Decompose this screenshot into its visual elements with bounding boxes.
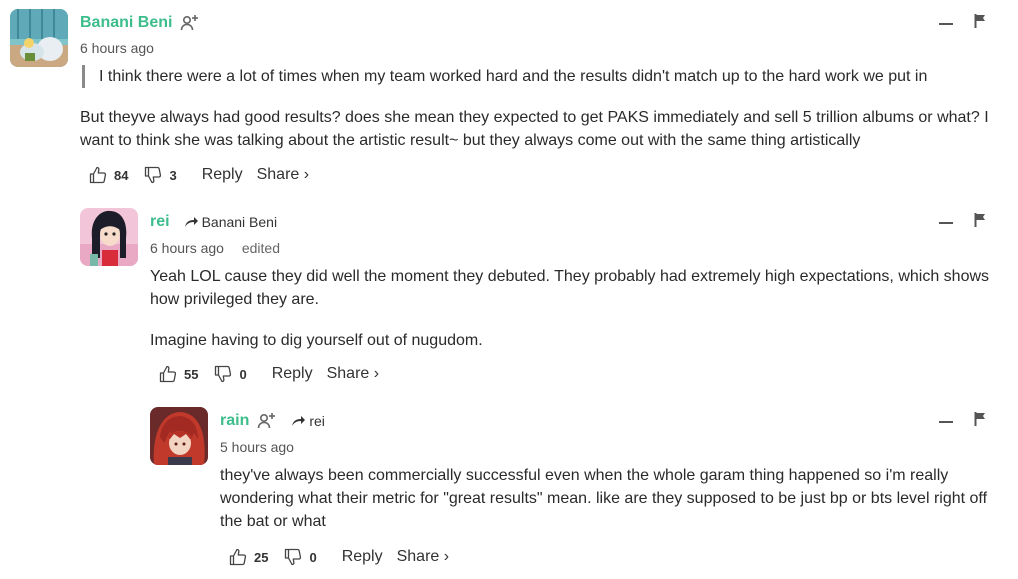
reply-to-name: rei (309, 413, 325, 429)
avatar[interactable] (80, 208, 138, 266)
avatar[interactable] (150, 407, 208, 465)
upvote-button[interactable]: 84 (89, 166, 128, 184)
downvote-button[interactable]: 0 (214, 365, 247, 383)
timestamp[interactable]: 6 hours ago (80, 40, 154, 56)
comment-text: Yeah LOL cause they did well the moment … (150, 268, 990, 308)
avatar-image (150, 407, 208, 465)
upvote-button[interactable]: 25 (229, 548, 268, 566)
add-user-icon[interactable] (180, 14, 200, 32)
downvote-count: 0 (309, 549, 317, 565)
flag-icon[interactable] (974, 213, 986, 232)
downvote-button[interactable]: 3 (144, 166, 177, 184)
thumbs-down-icon (145, 166, 162, 184)
thumbs-up-icon (89, 166, 107, 184)
quoted-text: I think there were a lot of times when m… (82, 65, 927, 88)
edited-label: edited (241, 240, 280, 256)
flag-icon[interactable] (974, 14, 986, 33)
avatar[interactable] (10, 9, 68, 67)
collapse-icon[interactable] (939, 22, 953, 25)
share-button[interactable]: Share › (257, 166, 309, 184)
collapse-icon[interactable] (939, 420, 953, 423)
upvote-count: 84 (114, 167, 129, 183)
author-name[interactable]: rei (150, 213, 170, 231)
collapse-icon[interactable] (939, 221, 953, 224)
downvote-count: 0 (239, 366, 247, 382)
thumbs-up-icon (159, 365, 177, 383)
reply-arrow-icon (184, 217, 198, 227)
author-name[interactable]: rain (220, 412, 249, 430)
reply-to-name: Banani Beni (201, 214, 278, 230)
timestamp[interactable]: 5 hours ago (220, 439, 294, 455)
upvote-count: 25 (254, 549, 269, 565)
downvote-button[interactable]: 0 (284, 548, 317, 566)
upvote-button[interactable]: 55 (159, 365, 198, 383)
thumbs-down-icon (285, 548, 302, 566)
reply-arrow-icon (292, 416, 306, 426)
timestamp[interactable]: 6 hours ago (150, 240, 224, 256)
reply-to-link[interactable]: Banani Beni (184, 214, 278, 230)
comment-text: they've always been commercially success… (220, 467, 988, 530)
upvote-count: 55 (184, 366, 199, 382)
thumbs-up-icon (229, 548, 247, 566)
thumbs-down-icon (215, 365, 232, 383)
avatar-image (80, 208, 138, 266)
comment-text: Imagine having to dig yourself out of nu… (150, 332, 483, 349)
add-user-icon[interactable] (257, 412, 277, 430)
reply-button[interactable]: Reply (342, 548, 383, 566)
reply-to-link[interactable]: rei (291, 413, 325, 429)
reply-button[interactable]: Reply (202, 166, 243, 184)
comment-text: But theyve always had good results? does… (80, 109, 989, 149)
author-name[interactable]: Banani Beni (80, 14, 172, 32)
reply-button[interactable]: Reply (272, 365, 313, 383)
share-button[interactable]: Share › (397, 548, 449, 566)
share-button[interactable]: Share › (327, 365, 379, 383)
flag-icon[interactable] (974, 412, 986, 431)
avatar-image (10, 9, 68, 67)
downvote-count: 3 (169, 167, 177, 183)
